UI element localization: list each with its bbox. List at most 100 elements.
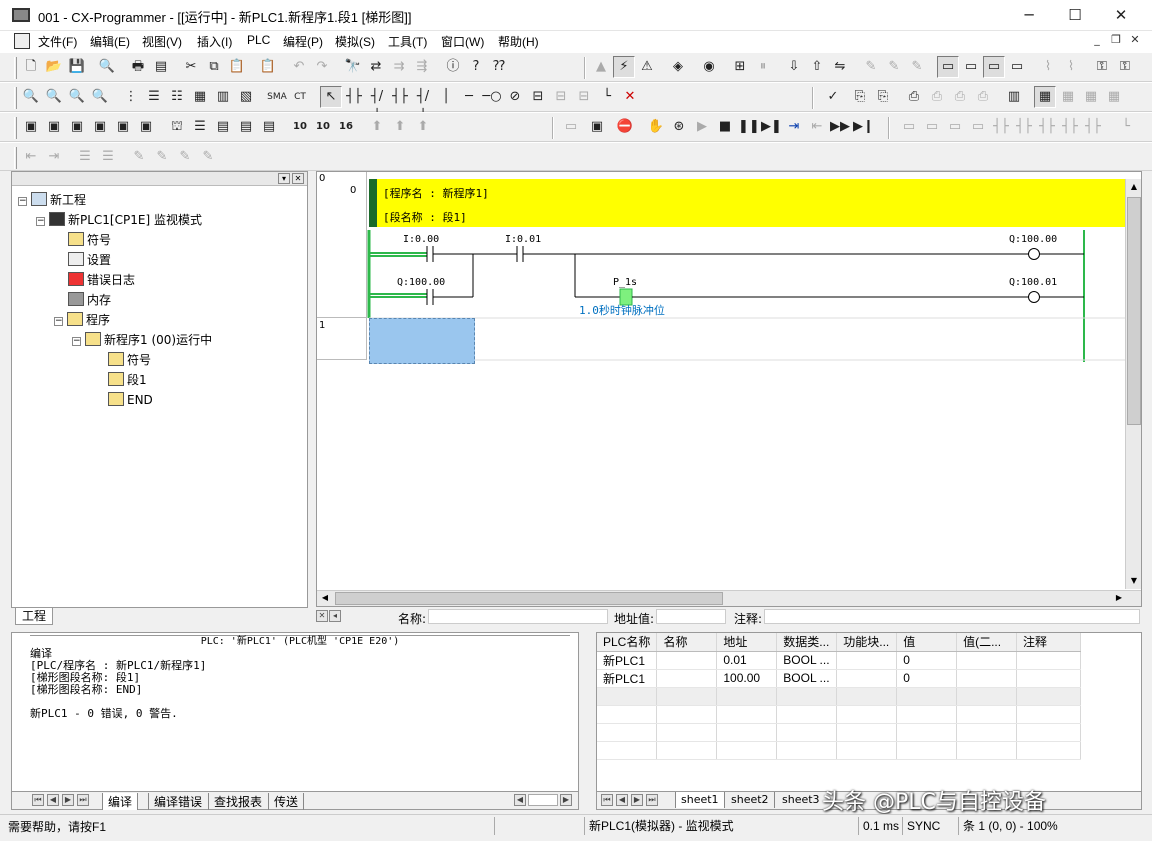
indent-icon[interactable]: ⇤	[20, 146, 42, 168]
monitor-mode-icon[interactable]: ◉	[698, 56, 720, 78]
menu-insert[interactable]: 插入(I)	[197, 33, 232, 50]
menu-help[interactable]: 帮助(H)	[498, 33, 539, 50]
io-comment-icon[interactable]: ▦	[1080, 86, 1102, 108]
step-icon[interactable]: ⬆	[366, 116, 388, 138]
collapse-icon[interactable]: −	[72, 337, 81, 346]
replace-icon[interactable]: ⇄	[365, 56, 387, 78]
first-sheet-icon[interactable]: ⏮	[601, 794, 613, 806]
new-or-contact-icon[interactable]: ┤├	[389, 86, 411, 108]
sim-scan-icon[interactable]: ⊛	[668, 116, 690, 138]
address-ref-icon[interactable]: ⎙	[949, 86, 971, 108]
table-row[interactable]: 新PLC1 100.00 BOOL ... 0	[597, 669, 1081, 688]
simulator-online-icon[interactable]: ⚡	[613, 56, 635, 78]
col-name[interactable]: 名称	[656, 633, 718, 652]
tree-item-program-symbols[interactable]: 符号	[108, 351, 151, 369]
save-icon[interactable]: 💾	[66, 56, 88, 78]
watch-grip[interactable]	[583, 633, 595, 809]
pen-icon[interactable]: ✎	[128, 146, 150, 168]
radix-10-icon[interactable]: 10	[289, 116, 311, 138]
window-icon[interactable]: ▣	[20, 116, 42, 138]
coil-q10000-label[interactable]: Q:100.00	[1009, 234, 1057, 245]
compile-icon[interactable]: ⎘	[849, 86, 871, 108]
close-button[interactable]: ✕	[1098, 0, 1144, 31]
new-contact-icon[interactable]: ┤├	[343, 86, 365, 108]
tree-item-memory[interactable]: 内存	[68, 291, 111, 309]
layout2-icon[interactable]: ▣	[89, 116, 111, 138]
pause-icon[interactable]: ❚❚	[737, 116, 760, 138]
cpu-icon[interactable]: ▤	[235, 116, 257, 138]
toolbar-grip[interactable]	[14, 147, 17, 169]
stop-icon[interactable]: ■	[714, 116, 736, 138]
menu-view[interactable]: 视图(V)	[142, 33, 182, 50]
new-horizontal-icon[interactable]: ─	[458, 86, 480, 108]
cut-icon[interactable]: ✂	[180, 56, 202, 78]
fb-icon[interactable]: ▭	[898, 116, 920, 138]
scroll-thumb[interactable]	[1127, 197, 1141, 425]
run-icon[interactable]: ▶	[691, 116, 713, 138]
st5-icon[interactable]: ┤├	[1082, 116, 1104, 138]
compile-all-icon[interactable]: ⎘	[872, 86, 894, 108]
col-data-type[interactable]: 数据类...	[776, 633, 838, 652]
st6-icon[interactable]: └	[1115, 116, 1137, 138]
chart-window-icon[interactable]: ▣	[43, 116, 65, 138]
ct-icon[interactable]: CT	[289, 86, 311, 108]
select-mode-icon[interactable]: ↖	[320, 86, 342, 108]
show-symbols-icon[interactable]: ▦	[189, 86, 211, 108]
prev-tab-icon[interactable]: ◀	[47, 794, 59, 806]
next-sheet-icon[interactable]: ▶	[631, 794, 643, 806]
new-vertical-icon[interactable]: │	[435, 86, 457, 108]
help-icon[interactable]: ?	[465, 56, 487, 78]
pause-monitor-icon[interactable]: ⏸	[752, 56, 774, 78]
table-row[interactable]: 新PLC1 0.01 BOOL ... 0	[597, 651, 1081, 670]
cursor-cell[interactable]	[369, 318, 475, 364]
vertical-scrollbar[interactable]: ▲ ▼	[1125, 179, 1141, 589]
info-icon[interactable]: ⓘ	[442, 56, 464, 78]
view-mnemonic-icon[interactable]: ▭	[960, 56, 982, 78]
program-check-icon[interactable]: ✓	[822, 86, 844, 108]
view-watch-icon[interactable]: ▭	[983, 56, 1005, 78]
mdi-minimize-icon[interactable]: _	[1088, 33, 1106, 49]
scroll-thumb-h[interactable]	[335, 592, 723, 605]
upload-icon[interactable]: ⇧	[806, 56, 828, 78]
last-sheet-icon[interactable]: ⏭	[646, 794, 658, 806]
set-icon[interactable]: ⚿	[1091, 56, 1113, 78]
step-in-icon[interactable]: ⇥	[783, 116, 805, 138]
menu-program[interactable]: 编程(P)	[283, 33, 323, 50]
properties-icon[interactable]: ⎙	[903, 86, 925, 108]
open-folder-icon[interactable]: 📂	[43, 56, 65, 78]
memory-icon[interactable]: ⌇	[1060, 56, 1082, 78]
zoom-out-icon[interactable]: 🔍	[89, 86, 111, 108]
new-fb-icon[interactable]: ⊟	[573, 86, 595, 108]
new-closed-contact-icon[interactable]: ┤/├	[366, 86, 388, 124]
line-delete-icon[interactable]: ✕	[619, 86, 641, 108]
prev-icon[interactable]: ✕	[316, 610, 328, 622]
tree-item-end[interactable]: END	[108, 391, 153, 409]
tree-item-section1[interactable]: 段1	[108, 371, 147, 389]
output-grip[interactable]	[2, 633, 11, 809]
network-icon[interactable]: ⛫	[166, 116, 188, 138]
pen4-icon[interactable]: ✎	[197, 146, 219, 168]
radix-16-icon[interactable]: 16	[335, 116, 357, 138]
rung-comments-icon[interactable]: ☷	[166, 86, 188, 108]
undo-icon[interactable]: ↶	[288, 56, 310, 78]
tree-item-plc[interactable]: − 新PLC1[CP1E] 监视模式	[36, 211, 202, 229]
tree-item-error-log[interactable]: 错误日志	[68, 271, 135, 289]
contact-p1s-label[interactable]: P_1s	[613, 277, 637, 288]
list2-icon[interactable]: ☰	[97, 146, 119, 168]
menu-simulate[interactable]: 模拟(S)	[335, 33, 375, 50]
col-value[interactable]: 值	[896, 633, 958, 652]
table-row[interactable]	[597, 723, 1081, 742]
symbol-table-icon[interactable]: ☰	[189, 116, 211, 138]
online-edit-icon[interactable]: ✎	[860, 56, 882, 78]
continuous-step-icon[interactable]: ▶▶	[829, 116, 851, 138]
tree-icon[interactable]: ▧	[235, 86, 257, 108]
name-field[interactable]	[428, 609, 608, 624]
minimize-button[interactable]: ─	[1006, 0, 1052, 31]
contact-i001-label[interactable]: I:0.01	[505, 234, 541, 245]
print-preview-icon[interactable]: 🔍	[96, 56, 118, 78]
last-tab-icon[interactable]: ⏭	[77, 794, 89, 806]
step-out-icon[interactable]: ⇤	[806, 116, 828, 138]
layout3-icon[interactable]: ▣	[112, 116, 134, 138]
next-tab-icon[interactable]: ▶	[62, 794, 74, 806]
context-help-icon[interactable]: ⁇	[488, 56, 510, 78]
